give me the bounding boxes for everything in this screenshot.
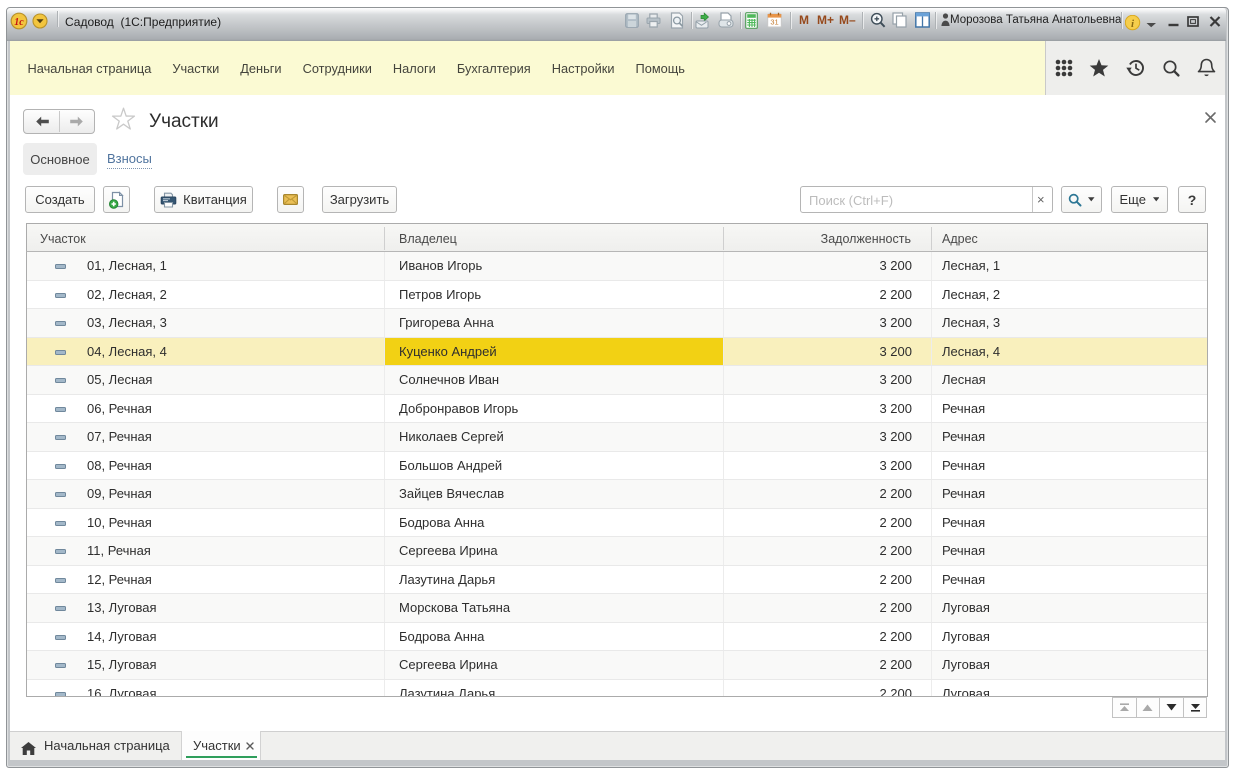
svg-text:1с: 1с [14,17,24,28]
svg-text:31: 31 [770,18,778,27]
